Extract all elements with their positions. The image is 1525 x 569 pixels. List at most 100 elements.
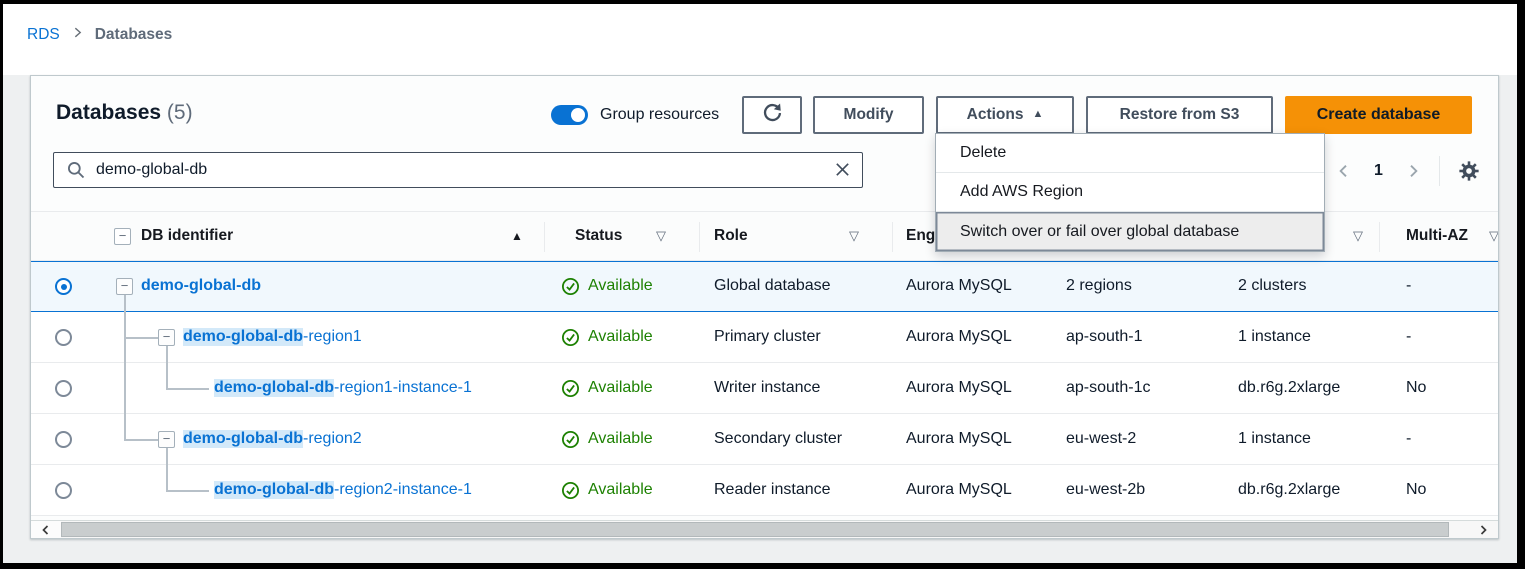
- search-input[interactable]: [53, 152, 863, 188]
- filter-icon[interactable]: ▽: [656, 212, 666, 260]
- tree-connector: [166, 448, 168, 465]
- tree-connector: [124, 439, 158, 441]
- cell-status: Available: [561, 414, 653, 464]
- table-row: demo-global-db-region1-instance-1 Availab…: [31, 363, 1498, 414]
- db-identifier-link[interactable]: demo-global-db-region1-instance-1: [214, 363, 472, 413]
- cell-role: Reader instance: [714, 465, 831, 515]
- search-icon: [66, 160, 86, 185]
- check-circle-icon: [561, 430, 580, 449]
- tree-connector: [124, 363, 126, 414]
- restore-from-s3-button[interactable]: Restore from S3: [1086, 96, 1273, 134]
- pager-divider: [1439, 156, 1440, 186]
- scroll-right-icon[interactable]: [1468, 521, 1498, 538]
- tree-connector: [124, 337, 158, 339]
- refresh-icon: [761, 101, 784, 129]
- cell-status: Available: [561, 363, 653, 413]
- panel-count: (5): [167, 101, 193, 124]
- cell-multi-az: -: [1406, 312, 1411, 362]
- row-radio[interactable]: [55, 278, 72, 295]
- tree-connector: [166, 346, 168, 363]
- expand-toggle-icon[interactable]: −: [158, 329, 175, 346]
- tree-connector: [166, 363, 168, 388]
- db-identifier-link[interactable]: demo-global-db: [141, 261, 261, 311]
- db-identifier-match: demo-global-db: [214, 379, 334, 397]
- modify-button[interactable]: Modify: [813, 96, 924, 134]
- db-identifier-suffix: -region2-instance-1: [334, 481, 472, 499]
- scrollbar-thumb[interactable]: [61, 522, 1449, 537]
- actions-button-label: Actions: [967, 106, 1024, 124]
- menu-item[interactable]: Delete: [936, 134, 1324, 173]
- column-db-identifier[interactable]: DB identifier: [141, 212, 233, 260]
- search-wrap: [53, 152, 863, 188]
- filter-icon[interactable]: ▽: [849, 212, 859, 260]
- row-radio[interactable]: [55, 431, 72, 448]
- cell-multi-az: -: [1406, 414, 1411, 464]
- cell-region: eu-west-2: [1066, 414, 1136, 464]
- page-number[interactable]: 1: [1362, 162, 1395, 180]
- cell-region: ap-south-1: [1066, 312, 1143, 362]
- menu-item[interactable]: Add AWS Region: [936, 173, 1324, 212]
- tree-connector: [166, 490, 209, 492]
- row-radio[interactable]: [55, 482, 72, 499]
- next-page-icon[interactable]: [1395, 163, 1431, 179]
- header-divider: [892, 222, 893, 252]
- db-identifier-link[interactable]: demo-global-db-region2-instance-1: [214, 465, 472, 515]
- column-status[interactable]: Status: [575, 212, 622, 260]
- cell-size: 1 instance: [1238, 312, 1311, 362]
- horizontal-scrollbar[interactable]: [31, 520, 1498, 538]
- clear-search-icon[interactable]: [834, 161, 851, 181]
- breadcrumb: RDS Databases: [27, 26, 172, 44]
- screenshot-root: RDS Databases Databases (5) Group resour…: [0, 0, 1525, 569]
- group-resources-label: Group resources: [600, 106, 719, 124]
- tree-connector: [124, 414, 126, 440]
- table-row: −demo-global-db-region1AvailablePrimary …: [31, 312, 1498, 363]
- refresh-button[interactable]: [742, 96, 802, 134]
- header-divider: [699, 222, 700, 252]
- check-circle-icon: [561, 379, 580, 398]
- cell-status: Available: [561, 261, 653, 311]
- db-identifier-match: demo-global-db: [214, 481, 334, 499]
- actions-menu: DeleteAdd AWS RegionSwitch over or fail …: [935, 133, 1325, 252]
- gear-icon[interactable]: [1448, 160, 1490, 182]
- expand-toggle-icon[interactable]: −: [158, 431, 175, 448]
- cell-status: Available: [561, 465, 653, 515]
- pagination: 1: [1326, 154, 1490, 188]
- breadcrumb-current: Databases: [95, 26, 173, 44]
- sort-asc-icon[interactable]: ▲: [511, 212, 523, 260]
- cell-region: ap-south-1c: [1066, 363, 1151, 413]
- filter-icon[interactable]: ▽: [1353, 212, 1363, 260]
- table-row: demo-global-db-region2-instance-1 Availab…: [31, 465, 1498, 516]
- previous-page-icon[interactable]: [1326, 163, 1362, 179]
- db-identifier-link[interactable]: demo-global-db-region1: [183, 312, 362, 362]
- group-resources-toggle[interactable]: [551, 105, 588, 125]
- table-row: −demo-global-dbAvailableGlobal databaseA…: [31, 261, 1498, 312]
- menu-item[interactable]: Switch over or fail over global database: [936, 212, 1324, 251]
- cell-role: Writer instance: [714, 363, 820, 413]
- db-identifier-link[interactable]: demo-global-db-region2: [183, 414, 362, 464]
- cell-status: Available: [561, 312, 653, 362]
- row-radio[interactable]: [55, 329, 72, 346]
- cell-region: eu-west-2b: [1066, 465, 1145, 515]
- header-divider: [1379, 222, 1380, 252]
- actions-button[interactable]: Actions ▲: [936, 96, 1074, 134]
- cell-engine: Aurora MySQL: [906, 312, 1012, 362]
- table-row: −demo-global-db-region2AvailableSecondar…: [31, 414, 1498, 465]
- column-multi-az[interactable]: Multi-AZ: [1406, 212, 1468, 260]
- table-rows: −demo-global-dbAvailableGlobal databaseA…: [31, 261, 1498, 516]
- row-radio[interactable]: [55, 380, 72, 397]
- create-database-button[interactable]: Create database: [1285, 96, 1472, 134]
- filter-icon[interactable]: ▽: [1489, 212, 1499, 260]
- expand-toggle-icon[interactable]: −: [116, 278, 133, 295]
- cell-engine: Aurora MySQL: [906, 363, 1012, 413]
- cell-multi-az: No: [1406, 465, 1426, 515]
- caret-up-icon: ▲: [1032, 109, 1043, 120]
- cell-engine: Aurora MySQL: [906, 261, 1012, 311]
- breadcrumb-link-rds[interactable]: RDS: [27, 26, 60, 44]
- cell-size: 1 instance: [1238, 414, 1311, 464]
- cell-engine: Aurora MySQL: [906, 465, 1012, 515]
- db-identifier-suffix: -region1-instance-1: [334, 379, 472, 397]
- column-role[interactable]: Role: [714, 212, 748, 260]
- scroll-left-icon[interactable]: [31, 521, 61, 538]
- select-all-checkbox[interactable]: −: [114, 228, 131, 245]
- toggle-knob: [571, 108, 585, 122]
